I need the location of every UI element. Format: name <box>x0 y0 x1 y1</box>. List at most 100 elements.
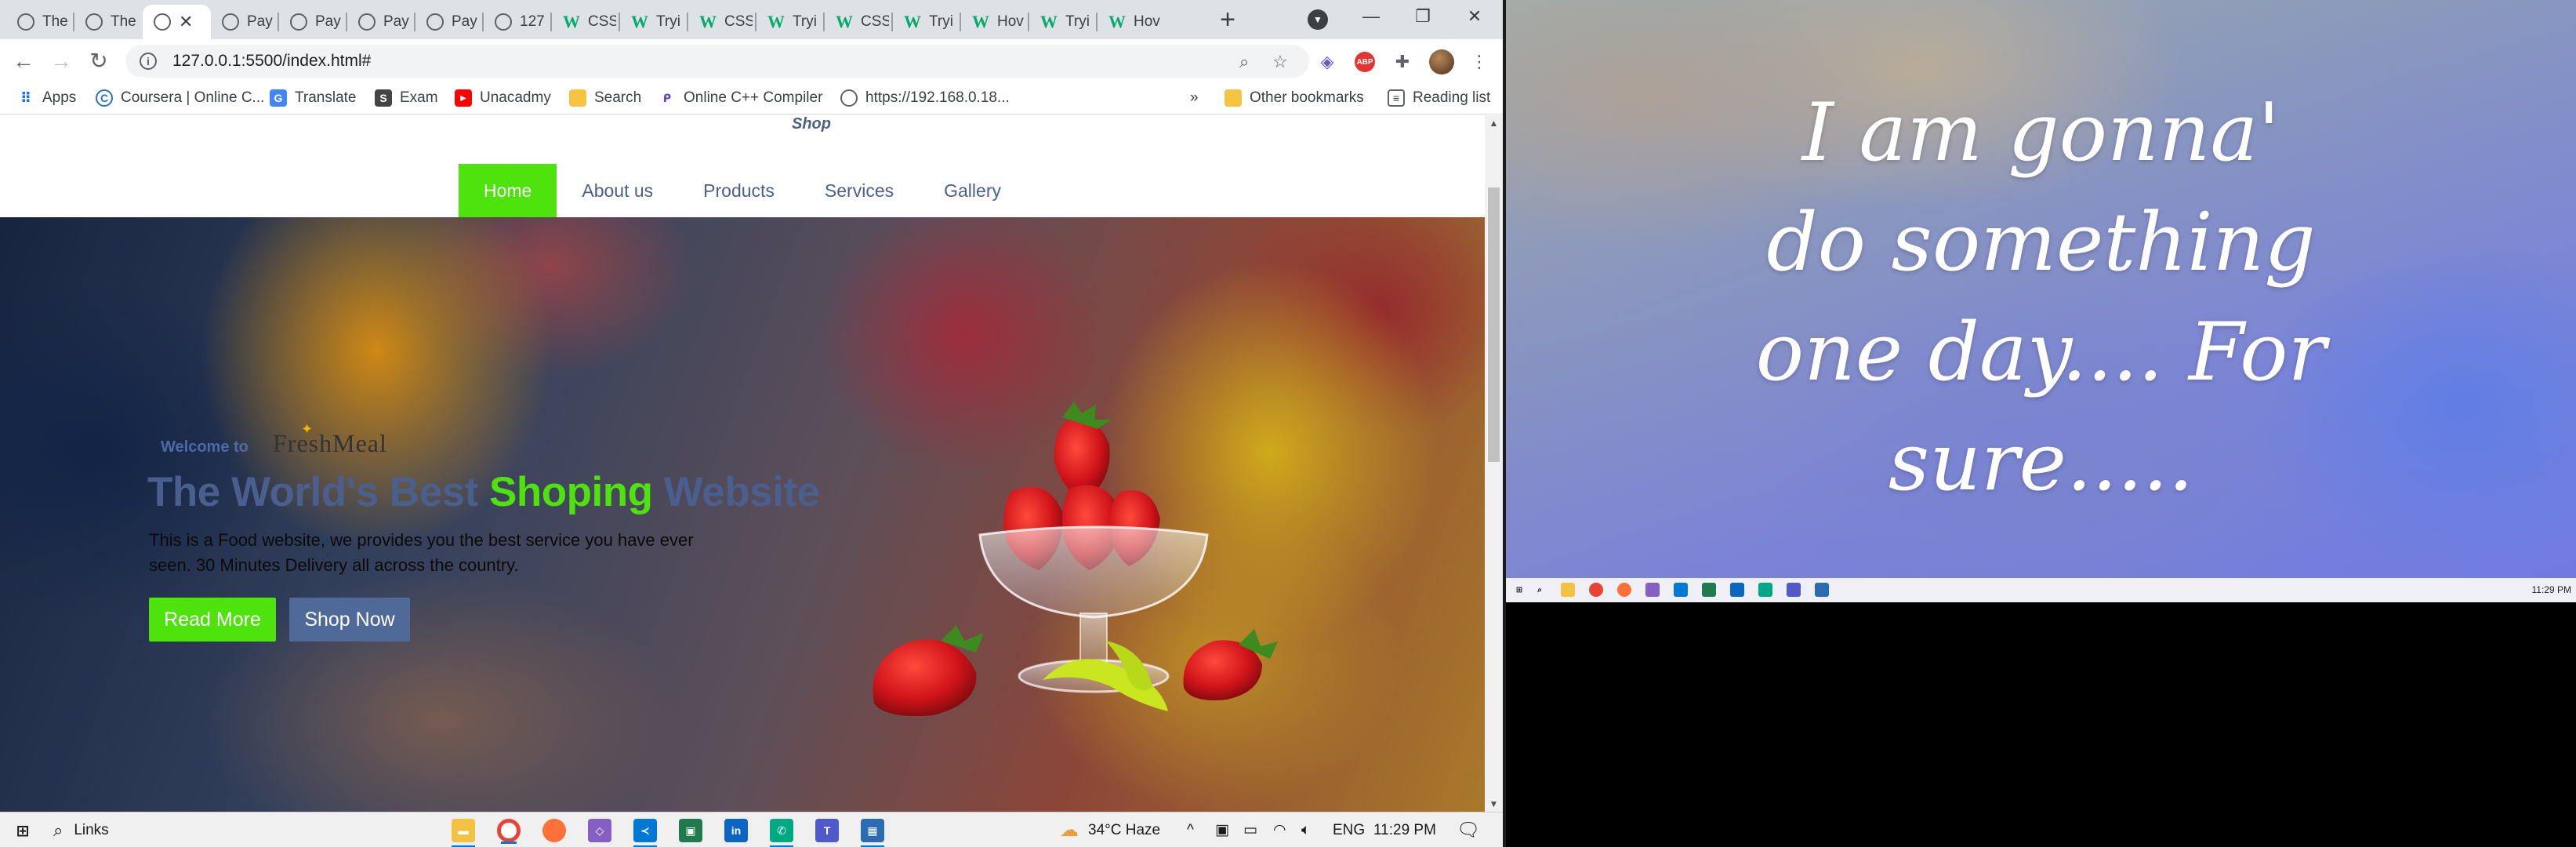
browser-tab[interactable]: W Hov <box>1098 5 1166 39</box>
close-window-icon[interactable]: ✕ <box>1449 0 1500 33</box>
file-explorer-icon[interactable]: ▬ <box>452 819 475 847</box>
linkedin-icon[interactable]: in <box>724 819 748 842</box>
teams-icon[interactable] <box>1787 583 1801 597</box>
other-bookmarks[interactable]: Other bookmarks <box>1225 89 1364 107</box>
bookmark-translate[interactable]: G Translate <box>270 89 357 107</box>
browser-tab[interactable]: W Tryi <box>756 5 825 39</box>
nav-link-home[interactable]: Home <box>459 164 557 217</box>
battery-icon[interactable]: ▭ <box>1243 812 1257 847</box>
adblock-icon[interactable]: ABP <box>1355 52 1375 72</box>
volume-icon[interactable]: 🔈︎ <box>1301 812 1310 847</box>
browser-tab[interactable]: W Tryi <box>893 5 961 39</box>
weather-widget[interactable]: ☁ 34°C Haze <box>1060 812 1160 847</box>
notification-icon[interactable]: 🗨︎ <box>1457 812 1480 847</box>
browser-tab[interactable]: Pay <box>347 5 415 39</box>
browser-tab[interactable]: W CSS <box>688 5 756 39</box>
search-icon[interactable]: ⌕ <box>1533 583 1547 597</box>
photos-icon[interactable] <box>1815 583 1829 597</box>
pycharm-icon[interactable]: ▣ <box>679 819 702 842</box>
new-tab-button[interactable]: + <box>1214 6 1242 35</box>
scrollbar-thumb[interactable] <box>1488 187 1500 462</box>
close-tab-icon[interactable]: ✕ <box>179 12 193 32</box>
whatsapp-icon[interactable]: ✆ <box>770 819 793 847</box>
teams-icon[interactable]: T <box>815 819 839 842</box>
file-explorer-icon[interactable] <box>1561 583 1575 597</box>
firefox-icon[interactable] <box>542 819 566 842</box>
browser-tab[interactable]: Pay <box>211 5 279 39</box>
chrome-icon[interactable] <box>497 819 521 844</box>
shop-now-button[interactable]: Shop Now <box>289 598 410 642</box>
clock[interactable]: 11:29 PM <box>1373 812 1436 847</box>
scroll-down-icon[interactable]: ▼ <box>1485 796 1503 812</box>
browser-tab[interactable]: W Tryi <box>620 5 688 39</box>
nav-link-services[interactable]: Services <box>800 164 919 217</box>
reload-icon[interactable]: ↻ <box>86 49 111 74</box>
site-info-icon[interactable]: i <box>140 53 157 70</box>
tab-strip: The The ✕ Pay Pay Pay Pay 127 W CSS W Tryi W CSS W Tryi… <box>0 0 1503 39</box>
address-bar[interactable]: i 127.0.0.1:5500/index.html# <box>125 45 1309 78</box>
vscode-icon[interactable] <box>1674 583 1688 597</box>
nav-link-about-us[interactable]: About us <box>557 164 678 217</box>
bookmark-ip[interactable]: https://192.168.0.18... <box>840 89 1010 107</box>
bookmarks-overflow-button[interactable]: » <box>1190 89 1199 107</box>
browser-tab[interactable]: W CSS <box>552 5 620 39</box>
bookmark-exam[interactable]: S Exam <box>375 89 438 107</box>
back-icon[interactable]: ← <box>11 49 36 74</box>
tab-title: 127 <box>520 13 545 30</box>
windows-start-icon[interactable]: ⊞ <box>11 819 34 842</box>
page-scrollbar[interactable]: ▲ ▼ <box>1485 115 1503 812</box>
firefox-icon[interactable] <box>1617 583 1631 597</box>
forward-icon[interactable]: → <box>49 49 74 74</box>
restore-icon[interactable]: ❐ <box>1397 0 1449 33</box>
chrome-icon[interactable] <box>1589 583 1603 597</box>
browser-tab[interactable]: The <box>74 5 143 39</box>
browser-tab[interactable]: W Hov <box>961 5 1029 39</box>
chevron-up-icon[interactable]: ^ <box>1187 812 1194 847</box>
language-indicator[interactable]: ENG <box>1333 812 1365 847</box>
scroll-up-icon[interactable]: ▲ <box>1485 115 1503 131</box>
bookmark-search[interactable]: Search <box>569 89 641 107</box>
remote-taskbar: ⊞ ⌕ 11:29 PM <box>1506 578 2576 602</box>
visual-studio-icon[interactable]: ◇ <box>588 819 611 842</box>
visual-studio-icon[interactable] <box>1645 583 1660 597</box>
browser-tab[interactable]: W CSS <box>825 5 893 39</box>
extension-icon[interactable]: ◈ <box>1317 52 1337 72</box>
browser-tab[interactable]: ✕ <box>143 5 211 39</box>
profile-avatar[interactable] <box>1429 49 1454 75</box>
w3schools-icon: W <box>699 12 717 31</box>
menu-kebab-icon[interactable]: ⋮ <box>1469 52 1489 72</box>
browser-tab[interactable]: The <box>6 5 74 39</box>
meet-now-icon[interactable]: ▣ <box>1215 812 1229 847</box>
wifi-icon[interactable]: ◠ <box>1273 812 1286 847</box>
bookmark-unacadmy[interactable]: ▶ Unacadmy <box>455 89 551 107</box>
bookmark-apps[interactable]: ⠿ Apps <box>17 89 76 107</box>
browser-tab[interactable]: W Tryi <box>1029 5 1098 39</box>
tab-title: Pay <box>383 13 409 30</box>
browser-tab[interactable]: Pay <box>279 5 347 39</box>
browser-tab[interactable]: Pay <box>415 5 484 39</box>
w3schools-icon: W <box>836 12 853 31</box>
taskbar-search[interactable]: ⌕ Links <box>53 812 109 847</box>
tab-title: CSS <box>724 13 753 30</box>
linkedin-icon[interactable] <box>1730 583 1744 597</box>
bookmark-cpp-compiler[interactable]: ᑭ Online C++ Compiler <box>659 89 823 107</box>
extensions-puzzle-icon[interactable]: ✚ <box>1392 52 1413 72</box>
bookmark-coursera[interactable]: C Coursera | Online C... <box>96 89 264 107</box>
hero-description: This is a Food website, we provides you … <box>149 530 694 575</box>
pycharm-icon[interactable] <box>1702 583 1716 597</box>
reading-list[interactable]: ≡ Reading list <box>1388 89 1490 107</box>
nav-link-gallery[interactable]: Gallery <box>919 164 1026 217</box>
vscode-icon[interactable]: ≺ <box>633 819 657 847</box>
windows-start-icon[interactable]: ⊞ <box>1512 583 1526 597</box>
whatsapp-icon[interactable] <box>1758 583 1772 597</box>
zoom-icon[interactable]: ⌕ <box>1234 52 1254 72</box>
photos-icon[interactable]: ▦ <box>861 819 884 847</box>
tab-title: Hov <box>997 13 1024 30</box>
nav-link-products[interactable]: Products <box>678 164 800 217</box>
bookmark-star-icon[interactable]: ☆ <box>1270 52 1290 72</box>
browser-tab[interactable]: 127 <box>484 5 552 39</box>
read-more-button[interactable]: Read More <box>149 598 276 642</box>
minimize-icon[interactable]: — <box>1345 0 1397 33</box>
tab-search-icon[interactable]: ▼ <box>1308 9 1328 30</box>
youtube-icon: ▶ <box>455 89 472 107</box>
